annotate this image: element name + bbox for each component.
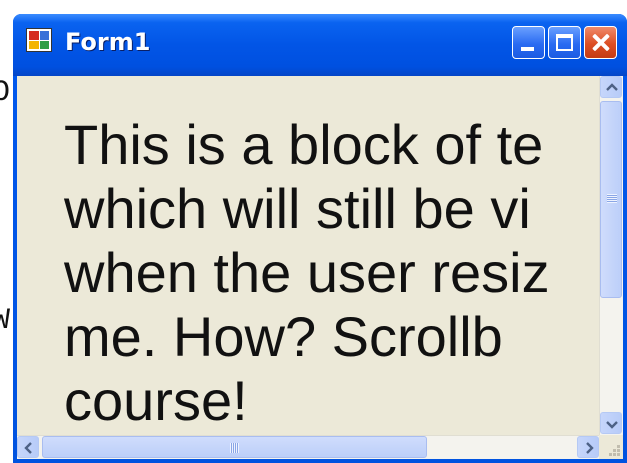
maximize-icon — [556, 34, 573, 51]
scroll-left-button[interactable] — [17, 436, 39, 458]
minimize-button[interactable] — [512, 26, 545, 59]
scroll-left-arrow-icon — [24, 442, 32, 454]
scrollable-content-area[interactable]: This is a block of te which will still b… — [17, 76, 599, 435]
form-client-area: This is a block of te which will still b… — [17, 76, 623, 459]
vertical-scrollbar[interactable] — [599, 76, 623, 435]
maximize-button[interactable] — [548, 26, 581, 59]
form-app-icon[interactable] — [26, 28, 52, 52]
background-text-fragment: W — [0, 304, 11, 338]
scroll-down-button[interactable] — [600, 412, 622, 434]
horizontal-scrollbar[interactable] — [17, 435, 599, 459]
close-icon — [585, 27, 616, 58]
size-grip-icon[interactable] — [599, 435, 623, 459]
scroll-up-arrow-icon — [606, 83, 618, 91]
scroll-down-arrow-icon — [606, 421, 618, 429]
window-title: Form1 — [65, 28, 151, 56]
scroll-up-button[interactable] — [600, 76, 622, 98]
text-block: This is a block of te which will still b… — [64, 113, 550, 432]
vertical-scroll-thumb[interactable] — [600, 101, 622, 298]
grip-icon — [607, 194, 617, 203]
close-button[interactable] — [584, 26, 617, 59]
grip-icon — [230, 443, 239, 453]
horizontal-scroll-thumb[interactable] — [42, 436, 427, 458]
title-bar[interactable]: Form1 — [13, 14, 627, 76]
form-window: Form1 This is a block of te which will s… — [13, 14, 627, 463]
background-text-fragment: O — [0, 76, 11, 110]
scroll-right-arrow-icon — [586, 442, 594, 454]
scroll-right-button[interactable] — [577, 436, 599, 458]
minimize-icon — [521, 47, 534, 51]
